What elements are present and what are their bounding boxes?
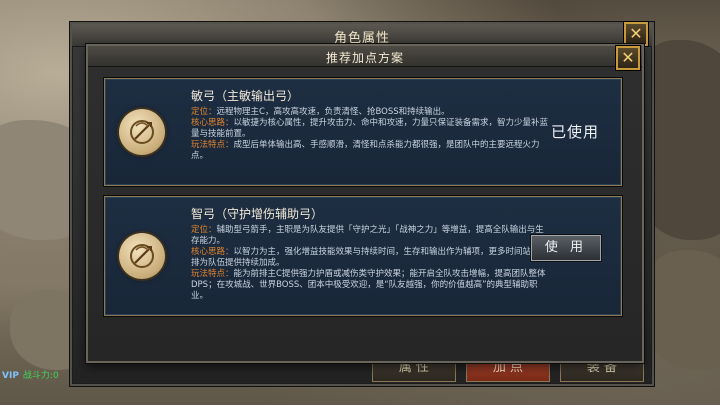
build-line-core: 核心思路：以智力为主，强化增益技能效果与持续时间，生存和输出作为辅项，更多时间站… [191, 247, 551, 269]
build-line-core: 核心思路：以敏捷为核心属性，提升攻击力、命中和攻速，力量只保证装备需求，智力少量… [191, 118, 551, 140]
build-description: 定位：辅助型弓箭手，主职是为队友提供「守护之光」「战神之力」等增益，提高全队输出… [191, 225, 551, 302]
hud-status: VIP 战斗力:0 [2, 368, 59, 381]
build-line-role: 定位：辅助型弓箭手，主职是为队友提供「守护之光」「战神之力」等增益，提高全队输出… [191, 225, 551, 247]
build-line-play: 玩法特点：成型后单体输出高、手感顺滑，清怪和点杀能力都很强，是团队中的主要远程火… [191, 140, 551, 162]
line-text: 以敏捷为核心属性，提升攻击力、命中和攻速，力量只保证装备需求，智力少量补蓝量与技… [191, 118, 549, 139]
build-line-role: 定位：远程物理主C，高攻高攻速，负责清怪、抢BOSS和持续输出。 [191, 107, 551, 118]
line-label: 玩法特点： [191, 140, 234, 150]
build-card-agility-bow: 敏弓（主敏输出弓） 定位：远程物理主C，高攻高攻速，负责清怪、抢BOSS和持续输… [104, 78, 622, 186]
build-card-intellect-bow: 智弓（守护增伤辅助弓） 定位：辅助型弓箭手，主职是为队友提供「守护之光」「战神之… [104, 196, 622, 316]
hud-power-value: 战斗力:0 [22, 371, 59, 381]
line-label: 核心思路： [191, 118, 234, 128]
build-name: 智弓（守护增伤辅助弓） [191, 207, 324, 221]
build-name: 敏弓（主敏输出弓） [191, 89, 300, 103]
bow-emblem-icon [119, 109, 165, 155]
line-text: 远程物理主C，高攻高攻速，负责清怪、抢BOSS和持续输出。 [216, 107, 450, 117]
line-label: 定位： [191, 225, 217, 235]
dialog-title: 推荐加点方案 [325, 51, 404, 65]
dialog-title-bar: 推荐加点方案 [88, 46, 642, 67]
build-line-play: 玩法特点：能为前排主C提供强力护盾或减伤类守护效果；能开启全队攻击增幅，提高团队… [191, 269, 551, 302]
line-text: 成型后单体输出高、手感顺滑，清怪和点杀能力都很强，是团队中的主要远程火力点。 [191, 140, 540, 161]
close-icon[interactable]: ✕ [624, 22, 648, 46]
build-description: 定位：远程物理主C，高攻高攻速，负责清怪、抢BOSS和持续输出。 核心思路：以敏… [191, 107, 551, 162]
bow-emblem-icon [119, 233, 165, 279]
line-label: 玩法特点： [191, 269, 234, 279]
use-build-button[interactable]: 使 用 [531, 235, 601, 261]
line-label: 定位： [191, 107, 217, 117]
line-text: 能为前排主C提供强力护盾或减伤类守护效果；能开启全队攻击增幅，提高团队整体DPS… [191, 269, 546, 301]
hud-vip-label: VIP [2, 371, 19, 381]
recommended-build-dialog: 推荐加点方案 敏弓（主敏输出弓） 定位：远程物理主C，高攻高攻速，负责清怪、抢B… [86, 44, 644, 363]
build-used-status: 已使用 [550, 123, 599, 141]
line-text: 以智力为主，强化增益技能效果与持续时间，生存和输出作为辅项，更多时间站在后排为队… [191, 247, 549, 268]
close-icon[interactable]: ✕ [616, 46, 640, 70]
line-text: 辅助型弓箭手，主职是为队友提供「守护之光」「战神之力」等增益，提高全队输出与生存… [191, 225, 544, 246]
line-label: 核心思路： [191, 247, 234, 257]
